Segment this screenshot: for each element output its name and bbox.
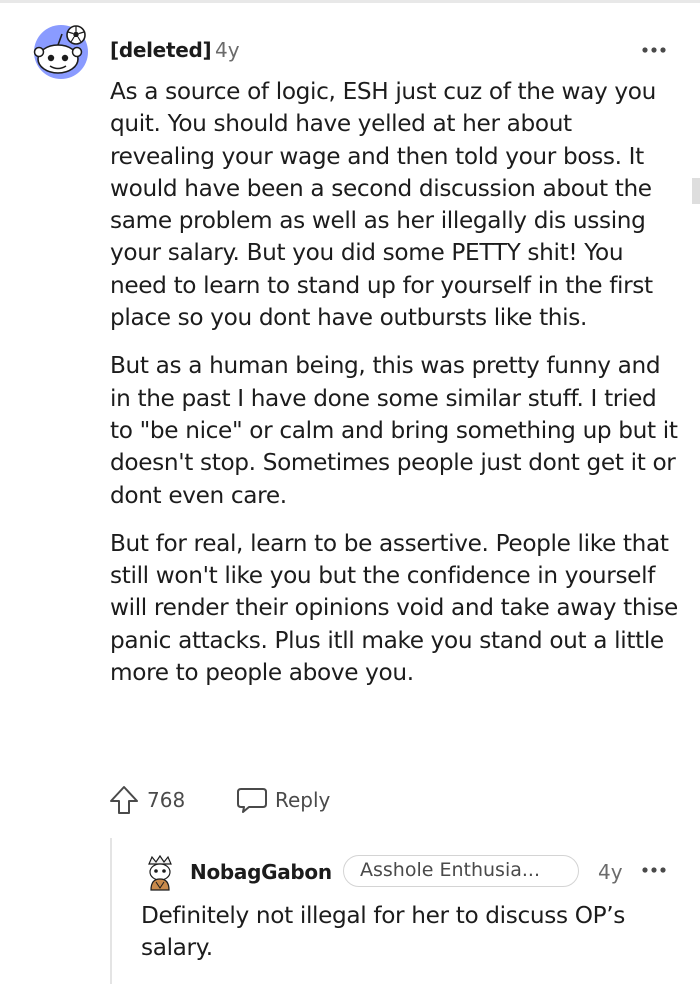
comment-username[interactable]: [deleted] bbox=[110, 37, 212, 63]
reply-timestamp: 4y bbox=[598, 860, 623, 884]
more-options-icon[interactable] bbox=[640, 38, 668, 62]
more-options-icon[interactable] bbox=[640, 860, 668, 884]
reply-username[interactable]: NobagGabon bbox=[190, 859, 332, 885]
comment-paragraph: But as a human being, this was pretty fu… bbox=[110, 352, 678, 509]
comment-action-bar: 768 Reply bbox=[107, 782, 367, 818]
reply-label: Reply bbox=[275, 788, 331, 812]
thread-line[interactable] bbox=[110, 838, 112, 984]
comment-paragraph: As a source of logic, ESH just cuz of th… bbox=[110, 78, 656, 332]
snoo-avatar-icon[interactable] bbox=[32, 22, 90, 80]
upvote-arrow-icon[interactable] bbox=[107, 783, 141, 817]
reply-body: Definitely not illegal for her to discus… bbox=[141, 902, 626, 962]
top-divider bbox=[0, 0, 700, 3]
user-flair-badge: Asshole Enthusia... bbox=[343, 855, 579, 887]
reply-button[interactable]: Reply bbox=[235, 782, 345, 818]
vote-score: 768 bbox=[147, 788, 186, 812]
comment-timestamp: 4y bbox=[215, 38, 240, 62]
comment-paragraph: But for real, learn to be assertive. Peo… bbox=[110, 529, 678, 687]
comment-body: As a source of logic, ESH just cuz of th… bbox=[110, 76, 680, 705]
user-avatar-icon[interactable] bbox=[141, 854, 179, 892]
scroll-edge-marker bbox=[692, 178, 700, 204]
comment-bubble-icon bbox=[235, 785, 269, 815]
